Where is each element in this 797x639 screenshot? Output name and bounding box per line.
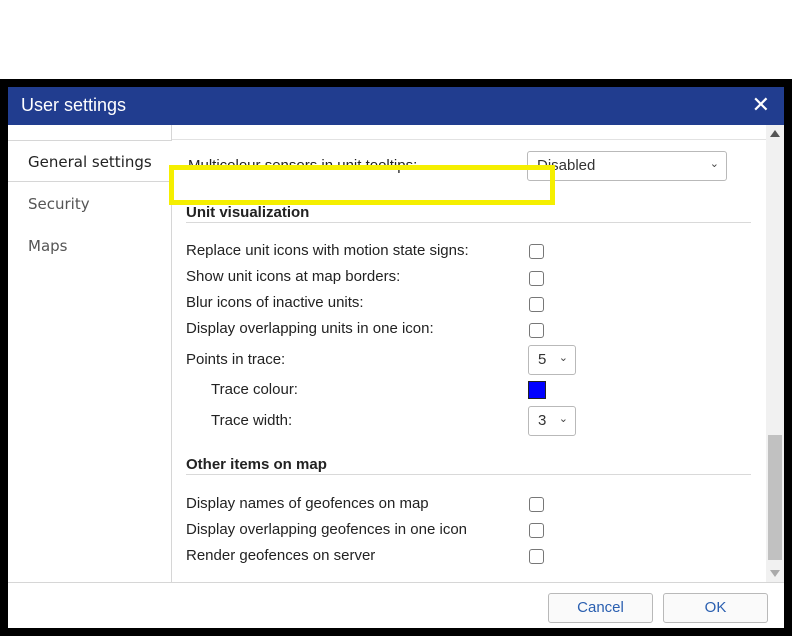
section-divider: [186, 222, 751, 223]
geofence-names-checkbox[interactable]: [529, 497, 544, 512]
section-divider: [186, 474, 751, 475]
show-at-borders-label: Show unit icons at map borders:: [186, 268, 401, 285]
overlapping-geofences-label: Display overlapping geofences in one ico…: [186, 521, 468, 538]
unit-visualization-heading: Unit visualization: [186, 204, 310, 221]
close-icon[interactable]: ✕: [752, 94, 770, 116]
trace-colour-swatch[interactable]: [528, 381, 546, 399]
sidebar-item-general-settings[interactable]: General settings: [8, 140, 172, 182]
points-in-trace-label: Points in trace:: [186, 351, 286, 368]
content-top-divider: [172, 125, 766, 140]
dialog-title: User settings: [21, 95, 127, 115]
points-in-trace-value: 5: [538, 351, 547, 368]
show-at-borders-checkbox[interactable]: [529, 271, 544, 286]
blur-inactive-checkbox[interactable]: [529, 297, 544, 312]
replace-unit-icons-checkbox[interactable]: [529, 244, 544, 259]
settings-sidebar: General settings Security Maps: [8, 125, 172, 582]
trace-width-label: Trace width:: [211, 412, 293, 429]
content-scrollbar[interactable]: [766, 125, 784, 582]
multicolour-sensors-select[interactable]: Disabled ⌄: [527, 151, 727, 181]
other-items-heading: Other items on map: [186, 456, 327, 473]
scrollbar-thumb[interactable]: [768, 435, 782, 560]
overlapping-geofences-checkbox[interactable]: [529, 523, 544, 538]
cancel-button[interactable]: Cancel: [548, 593, 653, 623]
trace-colour-label: Trace colour:: [211, 381, 298, 398]
highlight-box: [169, 165, 555, 205]
scroll-up-arrow-icon[interactable]: [770, 130, 780, 137]
render-server-label: Render geofences on server: [186, 547, 376, 564]
overlapping-units-label: Display overlapping units in one icon:: [186, 320, 434, 337]
trace-width-select[interactable]: 3 ⌄: [528, 406, 576, 436]
chevron-down-icon: ⌄: [558, 352, 568, 364]
blur-inactive-label: Blur icons of inactive units:: [186, 294, 364, 311]
dialog-titlebar: User settings ✕: [8, 87, 784, 125]
sidebar-item-maps[interactable]: Maps: [8, 225, 171, 267]
ok-button[interactable]: OK: [663, 593, 768, 623]
replace-unit-icons-label: Replace unit icons with motion state sig…: [186, 242, 469, 259]
chevron-down-icon: ⌄: [709, 158, 719, 170]
render-server-checkbox[interactable]: [529, 549, 544, 564]
geofence-names-label: Display names of geofences on map: [186, 495, 429, 512]
dialog-footer: Cancel OK: [8, 582, 784, 628]
scroll-down-arrow-icon[interactable]: [770, 570, 780, 577]
trace-width-value: 3: [538, 412, 547, 429]
sidebar-item-security[interactable]: Security: [8, 183, 171, 225]
points-in-trace-select[interactable]: 5 ⌄: [528, 345, 576, 375]
overlapping-units-checkbox[interactable]: [529, 323, 544, 338]
chevron-down-icon: ⌄: [558, 413, 568, 425]
